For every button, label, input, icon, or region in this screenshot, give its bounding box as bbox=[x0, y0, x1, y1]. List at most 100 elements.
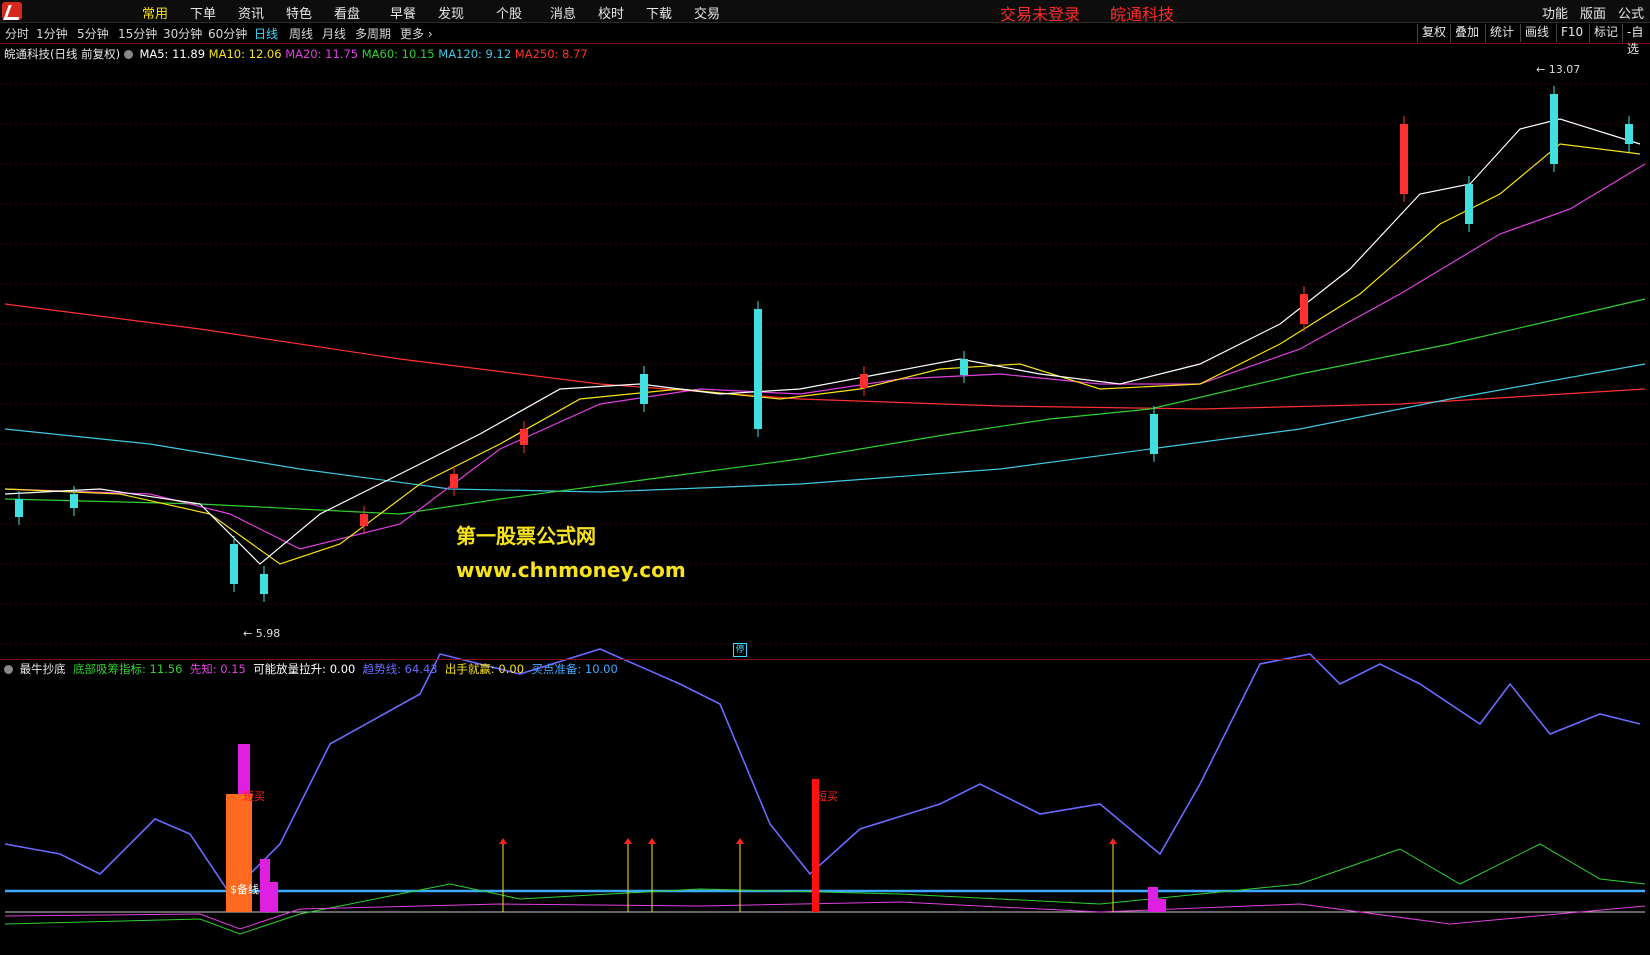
tool-watchlist-button[interactable]: -自选 bbox=[1622, 24, 1650, 56]
main-chart-title: 皖通科技(日线 前复权) bbox=[4, 47, 121, 61]
up-arrow-icon bbox=[648, 838, 656, 844]
menu-formula[interactable]: 公式 bbox=[1618, 3, 1644, 22]
period-more-label: 更多 bbox=[400, 27, 425, 41]
ma5-line bbox=[4, 118, 1641, 565]
period-30min[interactable]: 30分钟 bbox=[163, 25, 202, 42]
up-arrow-icon bbox=[736, 838, 744, 844]
menu-item-trade[interactable]: 交易 bbox=[694, 3, 720, 22]
menu-item-news[interactable]: 资讯 bbox=[238, 3, 264, 22]
app-logo-icon[interactable] bbox=[2, 2, 24, 20]
ready-line-label: $备线 bbox=[230, 883, 259, 896]
candle-body bbox=[70, 494, 78, 508]
menu-item-sync-time[interactable]: 校时 bbox=[598, 3, 624, 22]
menu-item-features[interactable]: 特色 bbox=[286, 3, 312, 22]
up-arrow-icon bbox=[624, 838, 632, 844]
chevron-right-icon: › bbox=[427, 27, 433, 41]
menu-item-download[interactable]: 下载 bbox=[646, 3, 672, 22]
indicator-name: 最牛抄底 bbox=[19, 662, 66, 676]
ma20-label: MA20: 11.75 bbox=[285, 47, 359, 61]
menu-bar: 常用 下单 资讯 特色 看盘 早餐 发现 个股 消息 校时 下载 交易 交易未登… bbox=[0, 0, 1650, 25]
period-60min[interactable]: 60分钟 bbox=[208, 25, 247, 42]
high-price-label: ← 13.07 bbox=[1536, 63, 1581, 76]
indicator-bottom-accum: 底部吸筹指标: 11.56 bbox=[72, 662, 183, 676]
candle-body bbox=[754, 309, 762, 429]
menu-item-watch[interactable]: 看盘 bbox=[334, 3, 360, 22]
tool-overlay-button[interactable]: 叠加 bbox=[1450, 24, 1479, 42]
volume-bar bbox=[260, 859, 270, 912]
ma120-label: MA120: 9.12 bbox=[438, 47, 512, 61]
tool-adjust-button[interactable]: 复权 bbox=[1417, 24, 1446, 42]
up-arrow-icon bbox=[1109, 838, 1117, 844]
candle-body bbox=[1550, 94, 1558, 164]
period-1min[interactable]: 1分钟 bbox=[36, 25, 68, 42]
ma20-line bbox=[4, 163, 1646, 550]
period-intraday[interactable]: 分时 bbox=[5, 25, 29, 42]
period-toolbar: 分时 1分钟 5分钟 15分钟 30分钟 60分钟 日线 周线 月线 多周期 更… bbox=[0, 23, 1650, 56]
indicator-trend-line: 趋势线: 64.43 bbox=[362, 662, 438, 676]
indicator-volume-pull: 可能放量拉升: 0.00 bbox=[253, 662, 356, 676]
indicator-foresight: 先知: 0.15 bbox=[189, 662, 246, 676]
ma10-line bbox=[4, 143, 1641, 565]
menu-item-common[interactable]: 常用 bbox=[142, 3, 168, 22]
ma250-label: MA250: 8.77 bbox=[514, 47, 588, 61]
period-multi[interactable]: 多周期 bbox=[355, 25, 391, 42]
indicator-settings-dot-icon[interactable] bbox=[4, 665, 13, 674]
low-price-value: 5.98 bbox=[255, 627, 281, 640]
main-chart-header: 皖通科技(日线 前复权) MA5: 11.89 MA10: 12.06 MA20… bbox=[4, 46, 588, 62]
tool-f10-button[interactable]: F10 bbox=[1556, 24, 1583, 42]
login-status[interactable]: 交易未登录 bbox=[1000, 1, 1080, 25]
menu-function[interactable]: 功能 bbox=[1542, 3, 1568, 22]
tool-draw-button[interactable]: 画线 bbox=[1520, 24, 1549, 42]
period-15min[interactable]: 15分钟 bbox=[118, 25, 157, 42]
tool-mark-button[interactable]: 标记 bbox=[1589, 24, 1618, 42]
indicator-win: 出手就赢: 0.00 bbox=[444, 662, 525, 676]
menu-item-messages[interactable]: 消息 bbox=[550, 3, 576, 22]
kline-chart[interactable] bbox=[0, 44, 1650, 955]
period-more[interactable]: 更多 › bbox=[400, 25, 433, 42]
menu-item-stock[interactable]: 个股 bbox=[496, 3, 522, 22]
chart-area[interactable] bbox=[0, 44, 1650, 955]
signal-short-buy-2: 短买 bbox=[816, 790, 838, 803]
candle-body bbox=[15, 499, 23, 517]
candle-body bbox=[1300, 294, 1308, 324]
watermark-url: www.chnmoney.com bbox=[456, 558, 686, 582]
ma5-label: MA5: 11.89 bbox=[139, 47, 206, 61]
volume-bar bbox=[1148, 887, 1158, 912]
candle-body bbox=[450, 474, 458, 488]
candle-body bbox=[1465, 184, 1473, 224]
menu-layout[interactable]: 版面 bbox=[1580, 3, 1606, 22]
up-arrow-icon bbox=[499, 838, 507, 844]
candle-body bbox=[230, 544, 238, 584]
header-stock-name: 皖通科技 bbox=[1110, 5, 1175, 24]
watermark-title: 第一股票公式网 bbox=[456, 524, 596, 548]
period-weekly[interactable]: 周线 bbox=[289, 25, 313, 42]
high-price-value: 13.07 bbox=[1548, 63, 1581, 76]
candle-body bbox=[640, 374, 648, 404]
candle-body bbox=[860, 374, 868, 388]
settings-dot-icon[interactable] bbox=[123, 50, 133, 59]
candle-body bbox=[1150, 414, 1158, 454]
menu-item-order[interactable]: 下单 bbox=[190, 3, 216, 22]
ma10-label: MA10: 12.06 bbox=[208, 47, 282, 61]
candle-body bbox=[960, 359, 968, 375]
menu-item-discover[interactable]: 发现 bbox=[438, 3, 464, 22]
period-daily[interactable]: 日线 bbox=[254, 25, 278, 42]
candle-body bbox=[1625, 124, 1633, 144]
ma120-line bbox=[4, 363, 1646, 493]
menu-item-breakfast[interactable]: 早餐 bbox=[390, 3, 416, 22]
candle-body bbox=[360, 514, 368, 526]
signal-short-buy-1: 短买 bbox=[243, 790, 265, 803]
tool-stats-button[interactable]: 统计 bbox=[1485, 24, 1514, 42]
panel-divider bbox=[0, 659, 1650, 660]
candle-body bbox=[520, 429, 528, 445]
suspension-marker[interactable]: 停 bbox=[733, 643, 747, 657]
candle-body bbox=[260, 574, 268, 594]
candle-body bbox=[1400, 124, 1408, 194]
indicator-buy-ready: 买点准备: 10.00 bbox=[531, 662, 618, 676]
period-5min[interactable]: 5分钟 bbox=[77, 25, 109, 42]
indicator-header: 最牛抄底 底部吸筹指标: 11.56 先知: 0.15 可能放量拉升: 0.00… bbox=[4, 661, 618, 677]
volume-bar bbox=[1158, 899, 1166, 912]
low-price-label: ← 5.98 bbox=[243, 627, 281, 640]
ma60-label: MA60: 10.15 bbox=[361, 47, 435, 61]
period-monthly[interactable]: 月线 bbox=[322, 25, 346, 42]
